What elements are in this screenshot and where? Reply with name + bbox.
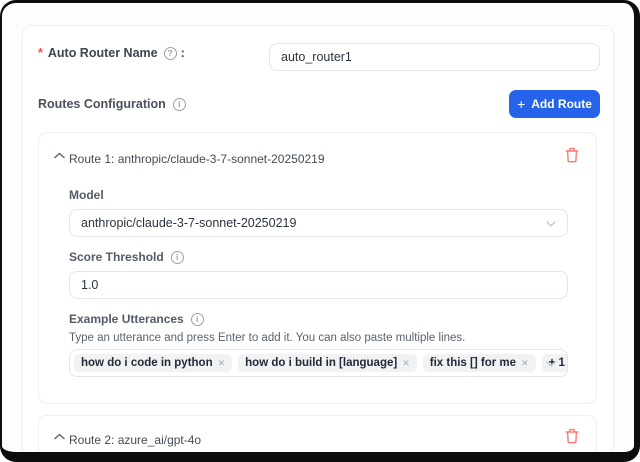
utterance-tag: how do i build in [language] ✕	[238, 354, 417, 372]
route-2-card: Route 2: azure_ai/gpt-4o	[38, 415, 597, 462]
chevron-down-icon	[546, 354, 556, 372]
info-circle-icon[interactable]: i	[171, 251, 184, 264]
add-route-button[interactable]: + Add Route	[509, 90, 600, 118]
utterances-help-text: Type an utterance and press Enter to add…	[69, 332, 465, 344]
plus-icon: +	[517, 97, 525, 111]
remove-tag-icon[interactable]: ✕	[402, 358, 410, 369]
label-colon: :	[181, 46, 185, 60]
model-select[interactable]: anthropic/claude-3-7-sonnet-20250219	[69, 209, 568, 237]
routes-configuration-label: Routes Configuration i	[38, 97, 186, 111]
example-utterances-label: Example Utterances i	[69, 312, 204, 326]
model-label-text: Model	[69, 188, 104, 202]
utterance-tag: how do i code in python ✕	[74, 354, 232, 372]
auto-router-name-label-text: Auto Router Name	[48, 46, 158, 60]
info-circle-icon[interactable]: i	[173, 98, 186, 111]
delete-route-2-icon[interactable]	[565, 428, 579, 447]
model-label: Model	[69, 188, 104, 202]
route-1-card: Route 1: anthropic/claude-3-7-sonnet-202…	[38, 132, 597, 404]
routes-configuration-label-text: Routes Configuration	[38, 97, 166, 111]
utterance-tag-text: how do i build in [language]	[245, 357, 397, 369]
utterance-tag-text: how do i code in python	[81, 357, 213, 369]
collapse-chevron-up-icon[interactable]	[54, 146, 65, 164]
route-1-title: Route 1: anthropic/claude-3-7-sonnet-202…	[69, 152, 325, 166]
utterance-tag: fix this [] for me ✕	[423, 354, 536, 372]
question-circle-icon[interactable]: ?	[164, 47, 177, 60]
example-utterances-label-text: Example Utterances	[69, 312, 184, 326]
route-2-title: Route 2: azure_ai/gpt-4o	[69, 433, 201, 447]
app-window: * Auto Router Name ? : Routes Configurat…	[0, 0, 640, 462]
utterance-tag-text: fix this [] for me	[430, 357, 516, 369]
info-circle-icon[interactable]: i	[191, 313, 204, 326]
remove-tag-icon[interactable]: ✕	[521, 358, 529, 369]
collapse-chevron-up-icon[interactable]	[54, 427, 65, 445]
model-select-value: anthropic/claude-3-7-sonnet-20250219	[81, 216, 296, 230]
required-asterisk: *	[38, 46, 43, 60]
auto-router-form: * Auto Router Name ? : Routes Configurat…	[22, 25, 614, 455]
auto-router-name-input[interactable]	[269, 43, 600, 71]
add-route-button-label: Add Route	[531, 97, 592, 111]
auto-router-name-label: * Auto Router Name ? :	[38, 46, 185, 60]
utterances-tag-input[interactable]: how do i code in python ✕ how do i build…	[69, 349, 568, 377]
remove-tag-icon[interactable]: ✕	[218, 358, 226, 369]
score-threshold-input[interactable]	[69, 271, 568, 299]
chevron-down-icon	[546, 214, 556, 232]
delete-route-1-icon[interactable]	[565, 147, 579, 166]
score-threshold-label-text: Score Threshold	[69, 250, 164, 264]
score-threshold-label: Score Threshold i	[69, 250, 184, 264]
